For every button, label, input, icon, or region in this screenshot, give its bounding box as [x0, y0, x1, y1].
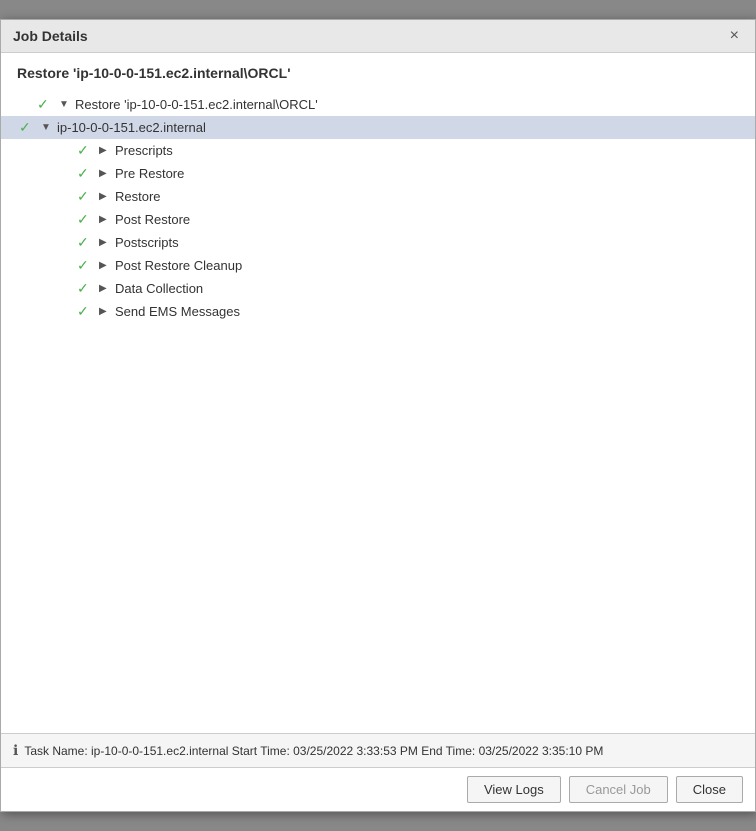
tree-root-item: ✓ ▼ Restore 'ip-10-0-0-151.ec2.internal\…	[17, 93, 739, 116]
item-label-5: Post Restore Cleanup	[115, 258, 242, 273]
list-item: ✓ ▶ Data Collection	[17, 277, 739, 300]
item-label-1: Pre Restore	[115, 166, 184, 181]
expand-icon-7[interactable]: ▶	[99, 306, 111, 317]
expand-icon-0[interactable]: ▶	[99, 145, 111, 156]
list-item: ✓ ▶ Post Restore Cleanup	[17, 254, 739, 277]
tree-root-label: Restore 'ip-10-0-0-151.ec2.internal\ORCL…	[75, 97, 318, 112]
job-details-dialog: Job Details × Restore 'ip-10-0-0-151.ec2…	[0, 19, 756, 812]
list-item: ✓ ▶ Send EMS Messages	[17, 300, 739, 323]
cancel-job-button[interactable]: Cancel Job	[569, 776, 668, 803]
list-item: ✓ ▶ Restore	[17, 185, 739, 208]
expand-icon-5[interactable]: ▶	[99, 260, 111, 271]
list-item: ✓ ▶ Prescripts	[17, 139, 739, 162]
info-icon: ℹ	[13, 742, 18, 759]
job-tree: ✓ ▼ Restore 'ip-10-0-0-151.ec2.internal\…	[17, 93, 739, 139]
check-icon-5: ✓	[77, 257, 93, 274]
check-icon-3: ✓	[77, 211, 93, 228]
tree-node-label: ip-10-0-0-151.ec2.internal	[57, 120, 206, 135]
list-item: ✓ ▶ Pre Restore	[17, 162, 739, 185]
item-label-4: Postscripts	[115, 235, 179, 250]
footer-buttons: View Logs Cancel Job Close	[1, 767, 755, 811]
restore-heading: Restore 'ip-10-0-0-151.ec2.internal\ORCL…	[17, 65, 739, 81]
dialog-close-button[interactable]: ×	[726, 28, 743, 44]
check-icon-1: ✓	[77, 165, 93, 182]
check-icon-4: ✓	[77, 234, 93, 251]
check-icon-6: ✓	[77, 280, 93, 297]
check-icon-7: ✓	[77, 303, 93, 320]
expand-icon-4[interactable]: ▶	[99, 237, 111, 248]
footer-info-text: Task Name: ip-10-0-0-151.ec2.internal St…	[24, 744, 603, 758]
dialog-body: Restore 'ip-10-0-0-151.ec2.internal\ORCL…	[1, 53, 755, 733]
view-logs-button[interactable]: View Logs	[467, 776, 561, 803]
check-icon-0: ✓	[77, 142, 93, 159]
item-label-3: Post Restore	[115, 212, 190, 227]
close-button[interactable]: Close	[676, 776, 743, 803]
expand-icon-1[interactable]: ▶	[99, 168, 111, 179]
check-icon-node: ✓	[19, 119, 35, 136]
expand-icon-3[interactable]: ▶	[99, 214, 111, 225]
job-subtree: ✓ ▶ Prescripts ✓ ▶ Pre Restore ✓ ▶ Resto…	[17, 139, 739, 323]
check-icon-2: ✓	[77, 188, 93, 205]
expand-icon-node[interactable]: ▼	[41, 122, 53, 133]
dialog-header: Job Details ×	[1, 20, 755, 53]
item-label-7: Send EMS Messages	[115, 304, 240, 319]
dialog-title: Job Details	[13, 28, 88, 44]
list-item: ✓ ▶ Postscripts	[17, 231, 739, 254]
expand-icon-2[interactable]: ▶	[99, 191, 111, 202]
item-label-0: Prescripts	[115, 143, 173, 158]
expand-icon-root[interactable]: ▼	[59, 99, 71, 110]
check-icon-root: ✓	[37, 96, 53, 113]
item-label-6: Data Collection	[115, 281, 203, 296]
footer-info-bar: ℹ Task Name: ip-10-0-0-151.ec2.internal …	[1, 733, 755, 767]
expand-icon-6[interactable]: ▶	[99, 283, 111, 294]
tree-node-item: ✓ ▼ ip-10-0-0-151.ec2.internal	[1, 116, 755, 139]
list-item: ✓ ▶ Post Restore	[17, 208, 739, 231]
item-label-2: Restore	[115, 189, 161, 204]
